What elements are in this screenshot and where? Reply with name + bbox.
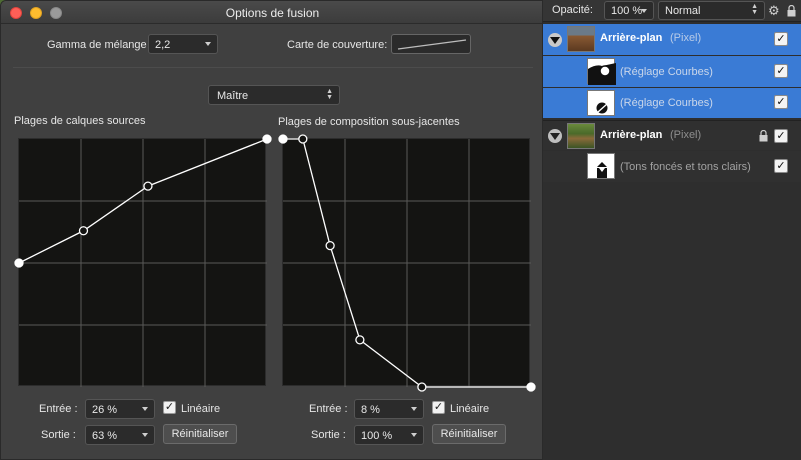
sub-layer-name: (Tons foncés et tons clairs) bbox=[620, 161, 751, 173]
layer-visibility-checkbox[interactable]: ✓ bbox=[774, 95, 788, 109]
divider bbox=[13, 67, 533, 68]
underlying-curve-svg[interactable] bbox=[278, 134, 536, 392]
layers-panel: Opacité: 100 % Normal ▲ ▼ ⚙ Arrière-plan … bbox=[543, 0, 801, 460]
source-input-label: Entrée : bbox=[39, 403, 78, 415]
layer-row[interactable]: Arrière-plan (Pixel) ✓ bbox=[543, 24, 801, 55]
layer-visibility-checkbox[interactable]: ✓ bbox=[774, 64, 788, 78]
source-input-value: 26 % bbox=[92, 404, 118, 416]
source-output-value: 63 % bbox=[92, 430, 118, 442]
curve-control-point[interactable] bbox=[14, 258, 24, 268]
source-curve-svg[interactable] bbox=[14, 134, 272, 387]
source-linear-checkbox[interactable]: ✓ bbox=[163, 401, 176, 414]
layers-toolbar: Opacité: 100 % Normal ▲ ▼ ⚙ bbox=[543, 0, 801, 22]
coverage-curve-icon bbox=[397, 39, 467, 50]
gear-icon[interactable]: ⚙ bbox=[768, 3, 780, 19]
layer-name: Arrière-plan bbox=[600, 129, 663, 141]
underlying-linear-checkbox[interactable]: ✓ bbox=[432, 401, 445, 414]
curve-control-point[interactable] bbox=[298, 134, 308, 144]
layer-row[interactable]: Arrière-plan (Pixel) ✓ bbox=[543, 120, 801, 150]
source-ranges-graph[interactable] bbox=[14, 134, 272, 387]
triangle-down-icon bbox=[550, 133, 560, 140]
layer-type: (Pixel) bbox=[670, 129, 702, 141]
triangle-down-icon bbox=[550, 37, 560, 44]
chevron-down-icon bbox=[142, 407, 148, 411]
underlying-linear-label: Linéaire bbox=[450, 403, 490, 415]
hourglass-icon bbox=[597, 162, 607, 178]
underlying-output-label: Sortie : bbox=[311, 429, 346, 441]
updown-chevron-icon: ▲ ▼ bbox=[751, 3, 758, 16]
layer-visibility-checkbox[interactable]: ✓ bbox=[774, 129, 788, 143]
underlying-output-select[interactable]: 100 % bbox=[354, 425, 424, 445]
underlying-ranges-title: Plages de composition sous-jacentes bbox=[278, 116, 460, 128]
layer-name: Arrière-plan bbox=[600, 32, 663, 44]
source-input-select[interactable]: 26 % bbox=[85, 399, 155, 419]
coverage-label: Carte de couverture: bbox=[287, 39, 388, 51]
channel-select[interactable]: Maître ▲ ▼ bbox=[208, 85, 340, 105]
coverage-map-button[interactable] bbox=[391, 34, 471, 54]
expand-toggle[interactable] bbox=[548, 33, 562, 47]
shadows-highlights-thumbnail bbox=[587, 153, 615, 179]
layer-visibility-checkbox[interactable]: ✓ bbox=[774, 32, 788, 46]
curve-control-point[interactable] bbox=[417, 382, 427, 392]
blend-options-dialog: Options de fusion Gamma de mélange : 2,2… bbox=[0, 0, 543, 460]
curve-control-point[interactable] bbox=[262, 134, 272, 144]
opacity-value: 100 % bbox=[611, 5, 643, 17]
blend-mode-value: Normal bbox=[665, 5, 701, 17]
gamma-label: Gamma de mélange : bbox=[47, 39, 153, 51]
underlying-ranges-graph[interactable] bbox=[278, 134, 536, 392]
curves-adjustment-thumbnail bbox=[587, 58, 616, 85]
chevron-down-icon bbox=[205, 42, 211, 46]
dialog-title: Options de fusion bbox=[225, 6, 320, 20]
sub-layer-name: (Réglage Courbes) bbox=[620, 97, 713, 109]
underlying-reset-button[interactable]: Réinitialiser bbox=[432, 424, 506, 444]
layer-visibility-checkbox[interactable]: ✓ bbox=[774, 159, 788, 173]
title-bar: Options de fusion bbox=[1, 1, 542, 24]
curves-adjustment-thumbnail bbox=[587, 90, 615, 116]
underlying-output-value: 100 % bbox=[361, 430, 393, 442]
channel-value: Maître bbox=[217, 90, 249, 102]
chevron-down-icon bbox=[641, 9, 647, 13]
underlying-input-label: Entrée : bbox=[309, 403, 348, 415]
source-reset-button[interactable]: Réinitialiser bbox=[163, 424, 237, 444]
chevron-down-icon bbox=[142, 433, 148, 437]
blend-mode-select[interactable]: Normal ▲ ▼ bbox=[658, 1, 765, 20]
curve-control-point[interactable] bbox=[143, 181, 153, 191]
curve-control-point[interactable] bbox=[355, 335, 365, 345]
underlying-input-value: 8 % bbox=[361, 404, 380, 416]
gamma-value: 2,2 bbox=[155, 39, 171, 51]
layer-thumbnail bbox=[567, 123, 595, 149]
lock-icon[interactable] bbox=[787, 5, 796, 17]
source-ranges-title: Plages de calques sources bbox=[14, 115, 146, 127]
underlying-input-select[interactable]: 8 % bbox=[354, 399, 424, 419]
layer-type: (Pixel) bbox=[670, 32, 702, 44]
curve-control-point[interactable] bbox=[325, 240, 335, 251]
list-item[interactable]: (Tons foncés et tons clairs) ✓ bbox=[543, 151, 801, 182]
updown-chevron-icon: ▲ ▼ bbox=[326, 88, 333, 101]
curves-icon bbox=[596, 102, 608, 114]
chevron-down-icon bbox=[411, 407, 417, 411]
source-linear-label: Linéaire bbox=[181, 403, 221, 415]
curves-icon bbox=[588, 63, 616, 85]
opacity-label: Opacité: bbox=[552, 4, 593, 16]
layer-thumbnail bbox=[567, 26, 595, 52]
list-item[interactable]: (Réglage Courbes) ✓ bbox=[543, 88, 801, 118]
curve-control-point[interactable] bbox=[278, 134, 288, 144]
source-output-select[interactable]: 63 % bbox=[85, 425, 155, 445]
expand-toggle[interactable] bbox=[548, 129, 562, 143]
curve-control-point[interactable] bbox=[526, 382, 536, 392]
source-output-label: Sortie : bbox=[41, 429, 76, 441]
chevron-down-icon bbox=[411, 433, 417, 437]
sub-layer-name: (Réglage Courbes) bbox=[620, 66, 713, 78]
list-item[interactable]: (Réglage Courbes) ✓ bbox=[543, 56, 801, 87]
gamma-select[interactable]: 2,2 bbox=[148, 34, 218, 54]
opacity-select[interactable]: 100 % bbox=[604, 1, 654, 20]
curve-control-point[interactable] bbox=[78, 226, 89, 236]
lock-icon[interactable] bbox=[759, 130, 768, 142]
